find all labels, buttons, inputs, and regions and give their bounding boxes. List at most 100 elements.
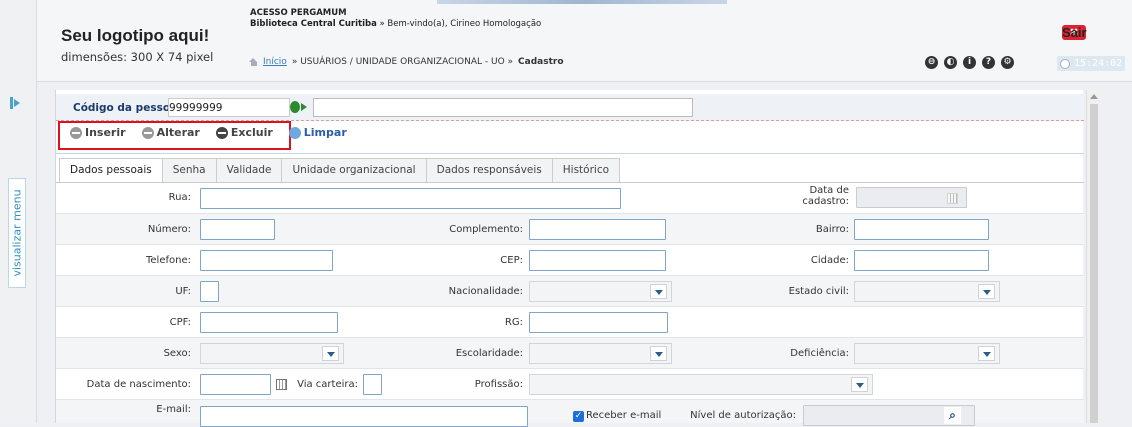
insert-button[interactable]: Inserir [70, 126, 126, 139]
chevron-down-icon [978, 346, 995, 361]
card-copy-label: Via carteira: [297, 379, 358, 390]
home-icon [249, 58, 258, 66]
scroll-thumb[interactable] [1090, 104, 1098, 423]
phone-label: Telefone: [146, 255, 191, 266]
calendar-icon[interactable] [276, 379, 287, 390]
logo-subtitle: dimensões: 300 X 74 pixel [61, 50, 214, 64]
cpf-label: CPF: [169, 317, 191, 328]
complement-field[interactable] [529, 219, 666, 240]
logo-title: Seu logotipo aqui! [61, 26, 210, 45]
tab-validade[interactable]: Validade [215, 158, 283, 182]
complement-label: Complemento: [449, 224, 523, 235]
street-label: Rua: [168, 192, 191, 203]
education-label: Escolaridade: [455, 348, 523, 359]
app-window: visualizar menu Seu logotipo aqui! dimen… [0, 0, 1132, 427]
birth-date-label: Data de nascimento: [86, 379, 191, 390]
header-toolbar: ⊖ ◐ i ? ⚙ [925, 56, 1014, 69]
sex-select[interactable] [200, 343, 344, 364]
delete-label: Excluir [230, 126, 273, 139]
clear-button[interactable]: Limpar [288, 126, 347, 139]
profession-select[interactable] [529, 374, 873, 395]
scroll-up-icon[interactable] [1090, 94, 1098, 99]
nationality-label: Nacionalidade: [448, 286, 523, 297]
header-accent-bar [437, 0, 727, 4]
show-menu-label: visualizar menu [10, 189, 24, 277]
logout-label: Sair [1062, 25, 1087, 40]
search-person-icon[interactable] [290, 100, 308, 114]
rg-label: RG: [504, 317, 523, 328]
tab-bar: Dados pessoais Senha Validade Unidade or… [59, 158, 621, 183]
nationality-select[interactable] [529, 281, 672, 302]
birth-date-field[interactable] [200, 374, 271, 395]
form-row: Data de nascimento: Via carteira: Profis… [56, 369, 1084, 400]
edit-label: Alterar [156, 126, 200, 139]
minus-icon [215, 126, 228, 139]
plus-icon [70, 126, 82, 139]
question-icon[interactable]: ? [982, 56, 995, 69]
person-search-bar: Código da pessoa: 99999999 [56, 94, 1084, 121]
delete-button[interactable]: Excluir [215, 126, 273, 139]
receive-email-checkbox[interactable]: ✓ [573, 411, 584, 422]
library-name: Biblioteca Central Curitiba [250, 19, 377, 29]
disability-label: Deficiência: [790, 348, 849, 359]
info-icon[interactable]: i [963, 56, 976, 69]
breadcrumb-current: Cadastro [518, 57, 564, 67]
marital-status-label: Estado civil: [788, 286, 849, 297]
authorization-level-label: Nível de autorização: [690, 410, 796, 421]
registration-date-label: Data de cadastro: [756, 185, 849, 207]
tab-unidade-organizacional[interactable]: Unidade organizacional [281, 158, 427, 182]
vertical-scrollbar[interactable] [1086, 90, 1100, 423]
logout-button[interactable]: ✖ Sair [1062, 25, 1087, 40]
zip-field[interactable] [529, 250, 666, 271]
chevron-down-icon [322, 346, 339, 361]
email-field[interactable] [200, 406, 528, 427]
form-row: UF: Nacionalidade: Estado civil: [56, 276, 1084, 307]
card-copy-field[interactable] [363, 374, 382, 395]
tab-dados-responsaveis[interactable]: Dados responsáveis [425, 158, 553, 182]
chevron-down-icon [978, 284, 995, 299]
form-row: CPF: RG: [56, 307, 1084, 338]
form-row: Rua: Data de cadastro: [56, 183, 1084, 214]
state-field[interactable] [200, 281, 219, 302]
registration-date-label-2: cadastro: [802, 196, 849, 207]
city-label: Cidade: [810, 255, 849, 266]
page-header: Seu logotipo aqui! dimensões: 300 X 74 p… [37, 0, 1132, 82]
person-code-value: 99999999 [169, 102, 223, 114]
edit-button[interactable]: Alterar [141, 126, 200, 139]
number-field[interactable] [200, 219, 275, 240]
left-sidebar: visualizar menu [0, 0, 37, 423]
edit-icon [141, 126, 154, 139]
marital-status-select[interactable] [854, 281, 1000, 302]
tab-dados-pessoais[interactable]: Dados pessoais [59, 158, 163, 183]
tab-senha[interactable]: Senha [161, 158, 217, 182]
session-clock: 15:24:02 [1057, 56, 1125, 71]
zip-label: CEP: [500, 255, 523, 266]
form-row: Sexo: Escolaridade: Deficiência: [56, 338, 1084, 369]
chevron-down-icon [851, 377, 868, 392]
clock-time: 15:24:02 [1074, 58, 1123, 69]
street-field[interactable] [200, 188, 621, 209]
tab-historico[interactable]: Histórico [551, 158, 621, 182]
sex-label: Sexo: [163, 348, 191, 359]
city-field[interactable] [854, 250, 989, 271]
form-row: Número: Complemento: Bairro: [56, 214, 1084, 245]
person-name-input[interactable] [313, 98, 693, 117]
search-icon[interactable]: ⌕ [944, 407, 961, 424]
settings-icon[interactable]: ⚙ [1001, 56, 1014, 69]
breadcrumb-path: » USUÁRIOS / UNIDADE ORGANIZACIONAL - UO… [291, 57, 514, 67]
neighborhood-field[interactable] [854, 219, 989, 240]
phone-field[interactable] [200, 250, 333, 271]
chevron-down-icon [650, 284, 667, 299]
help-icon[interactable]: ⊖ [925, 56, 938, 69]
profession-label: Profissão: [474, 379, 523, 390]
education-select[interactable] [529, 343, 672, 364]
user-icon[interactable]: ◐ [944, 56, 957, 69]
rg-field[interactable] [529, 312, 668, 333]
disability-select[interactable] [854, 343, 1000, 364]
expand-menu-icon[interactable] [10, 97, 20, 109]
show-menu-tab[interactable]: visualizar menu [8, 178, 26, 288]
clear-search-icon [288, 126, 301, 139]
breadcrumb-home-link[interactable]: Início [263, 57, 287, 67]
cpf-field[interactable] [200, 312, 338, 333]
main-content: Código da pessoa: 99999999 Inserir Alter… [55, 90, 1084, 427]
